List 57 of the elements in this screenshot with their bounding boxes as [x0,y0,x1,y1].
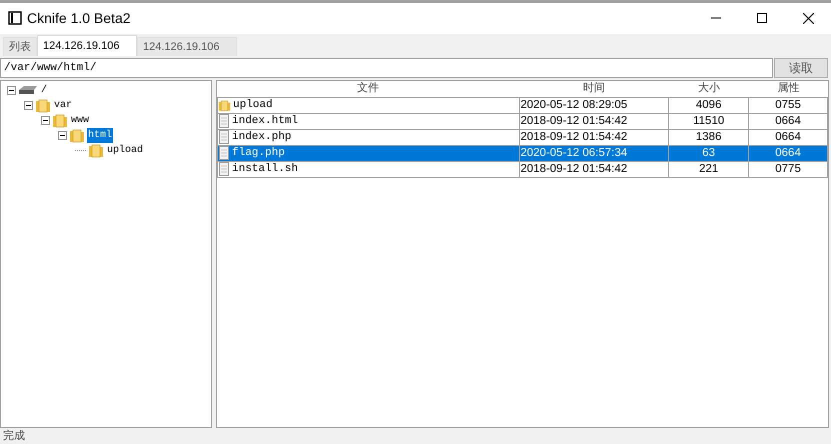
status-text: 完成 [3,428,25,444]
table-cell-text: index.html [232,114,298,129]
minus-icon [26,102,31,108]
table-cell-text: 63 [702,146,716,161]
table-cell-text: 1386 [696,130,722,145]
collapse-toggle[interactable] [24,100,33,110]
drive-icon [18,85,38,96]
window-title: Cknife 1.0 Beta2 [27,8,131,28]
read-button[interactable]: 读取 [774,58,828,78]
file-row[interactable]: install.sh 2018-09-12 01:54:42 221 0775 [218,162,828,178]
table-cell-text: 221 [699,162,718,177]
table-cell-text: 2020-05-12 08:29:05 [520,98,628,113]
minus-icon [60,132,65,138]
close-icon [802,12,814,24]
collapse-toggle[interactable] [41,116,50,125]
table-cell-text: 0664 [775,146,801,161]
table-cell-text: 2020-05-12 06:57:34 [520,146,628,161]
table-cell-text: install.sh [232,162,298,177]
file-row[interactable]: index.html 2018-09-12 01:54:42 11510 0664 [218,114,828,130]
table-cell-text: 0664 [775,130,801,145]
column-header[interactable]: 文件 [217,80,519,97]
folder-icon [218,98,231,113]
folder-icon [88,142,104,158]
tree-item[interactable]: html [87,128,114,143]
app-icon [8,11,22,26]
table-cell-text: 2018-09-12 01:54:42 [520,130,628,145]
table-cell-text: upload [233,98,273,113]
table-cell-text: flag.php [232,146,285,161]
maximize-icon [757,13,767,24]
table-cell-text: 0664 [775,114,801,129]
table-cell-text: 2018-09-12 01:54:42 [520,162,628,177]
column-header[interactable]: 属性 [749,80,828,97]
table-cell-text: 4096 [696,98,722,113]
path-field[interactable]: /var/www/html/ [0,58,773,78]
folder-icon [69,128,85,143]
column-header[interactable]: 大小 [669,80,749,97]
minus-icon [43,118,48,123]
collapse-toggle[interactable] [7,86,16,95]
tree-item[interactable]: upload [106,142,144,158]
table-cell-text: 2018-09-12 01:54:42 [520,114,628,129]
tab[interactable]: 124.126.19.106 [137,36,237,56]
file-row[interactable]: flag.php 2020-05-12 06:57:34 63 0664 [218,146,828,162]
table-cell-text: index.php [232,130,292,145]
tree-item[interactable]: / [40,82,48,98]
tab[interactable]: 列表 [3,36,37,56]
table-cell-text: 11510 [693,114,724,129]
table-cell-text: 0755 [775,98,801,113]
tree-item[interactable]: var [53,98,74,113]
tab[interactable]: 124.126.19.106 [37,34,137,56]
folder-icon [52,112,68,128]
tree-item[interactable]: www [70,112,90,128]
table-cell-text: 0775 [775,162,801,177]
file-row[interactable]: upload 2020-05-12 08:29:05 4096 0755 [218,98,828,114]
folder-icon [35,98,51,113]
collapse-toggle[interactable] [58,130,67,140]
column-header[interactable]: 时间 [519,80,669,97]
minus-icon [9,88,14,93]
